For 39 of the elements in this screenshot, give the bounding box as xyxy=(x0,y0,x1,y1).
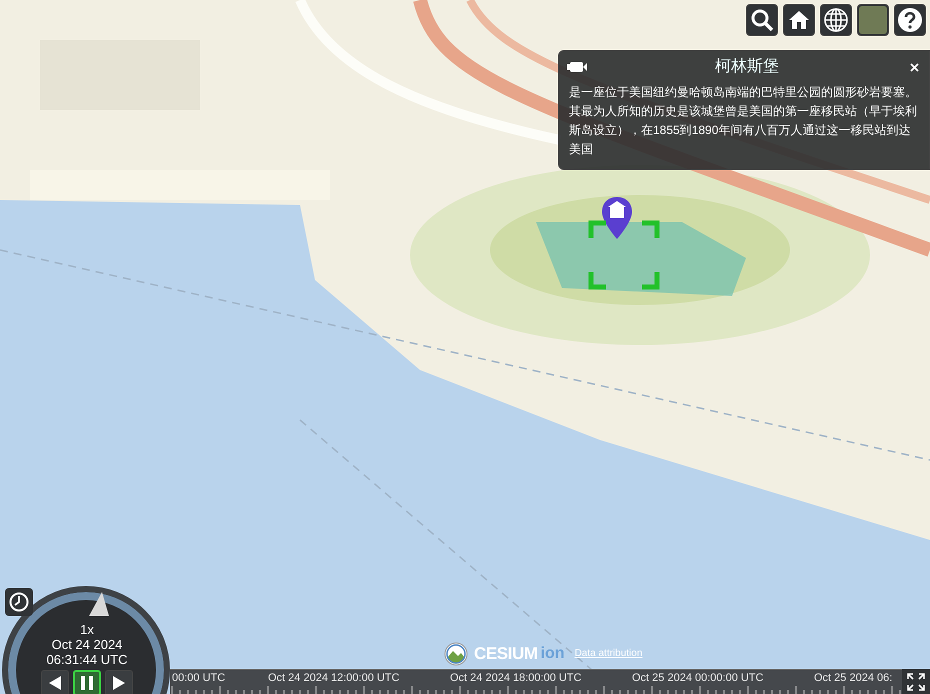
date-text: Oct 24 2024 xyxy=(52,637,122,652)
timeline-label: Oct 25 2024 00:00:00 UTC xyxy=(631,671,764,686)
home-button[interactable] xyxy=(783,4,815,36)
help-button[interactable] xyxy=(894,4,926,36)
ion-logo-text: ion xyxy=(540,644,565,664)
info-box-title: 柯林斯堡 xyxy=(714,56,780,77)
play-reverse-icon xyxy=(48,675,62,691)
search-button[interactable] xyxy=(746,4,778,36)
timeline[interactable]: 00:00 UTC Oct 24 2024 12:00:00 UTC Oct 24 2024 18:00:00 UTC Oct 25 2024 00:00:00 UTC Oct 25 2024 06: xyxy=(170,669,902,694)
time-text: 06:31:44 UTC xyxy=(46,652,128,667)
shuttle-ring-pointer-icon[interactable] xyxy=(88,591,110,617)
clock-button[interactable] xyxy=(5,588,33,616)
base-layer-button[interactable] xyxy=(857,4,889,36)
selection-indicator-icon xyxy=(588,220,660,290)
play-icon xyxy=(112,675,126,691)
pause-button[interactable] xyxy=(73,670,101,694)
pause-icon xyxy=(80,675,94,691)
close-icon xyxy=(910,62,918,72)
fullscreen-button[interactable] xyxy=(902,669,930,694)
search-icon xyxy=(750,8,774,32)
map-marker-icon[interactable] xyxy=(600,196,634,240)
satellite-thumbnail xyxy=(859,6,887,34)
cesium-logo-text: CESIUM xyxy=(474,643,538,665)
timeline-label: Oct 24 2024 18:00:00 UTC xyxy=(449,671,582,686)
timeline-label: Oct 24 2024 12:00:00 UTC xyxy=(267,671,400,686)
info-box-description: 是一座位于美国纽约曼哈顿岛南端的巴特里公园的圆形砂岩要塞。其最为人所知的历史是该城堡曾是美国的第一座移民站（早于埃利斯岛设立），在1855到1890年间有八百万人通过这一移民站到达美国 xyxy=(568,84,918,158)
cesium-logo-icon xyxy=(444,642,468,666)
help-icon xyxy=(897,7,923,33)
clock-icon xyxy=(9,592,29,612)
timeline-label: 00:00 UTC xyxy=(171,671,226,686)
speed-text: 1x xyxy=(80,622,94,637)
reverse-button[interactable] xyxy=(41,670,69,694)
fullscreen-icon xyxy=(906,672,926,692)
globe-icon xyxy=(823,7,849,33)
globe-button[interactable] xyxy=(820,4,852,36)
play-button[interactable] xyxy=(105,670,133,694)
timeline-label: Oct 25 2024 06: xyxy=(813,671,894,686)
camera-icon[interactable] xyxy=(567,61,587,73)
home-icon xyxy=(787,8,811,32)
